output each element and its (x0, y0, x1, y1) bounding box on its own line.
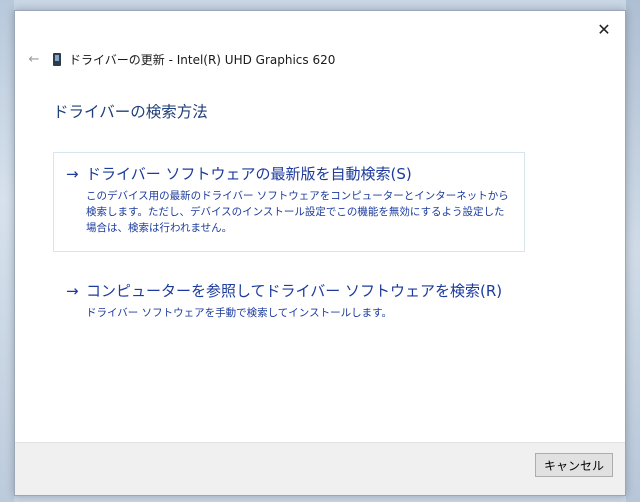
desktop-background-right (626, 0, 640, 502)
close-icon: ✕ (597, 19, 611, 39)
search-automatically-option[interactable]: → ドライバー ソフトウェアの最新版を自動検索(S) このデバイス用の最新のドラ… (53, 152, 525, 252)
title-bar: ← ドライバーの更新 - Intel(R) UHD Graphics 620 (15, 47, 625, 71)
cancel-button[interactable]: キャンセル (535, 453, 613, 477)
update-driver-dialog: ✕ ← ドライバーの更新 - Intel(R) UHD Graphics 620… (14, 10, 626, 496)
option-title-row: → ドライバー ソフトウェアの最新版を自動検索(S) (66, 163, 514, 184)
back-button[interactable]: ← (25, 47, 43, 71)
dialog-title: ドライバーの更新 - Intel(R) UHD Graphics 620 (69, 53, 336, 67)
back-arrow-icon: ← (28, 51, 40, 67)
option-title-row: → コンピューターを参照してドライバー ソフトウェアを検索(R) (66, 280, 514, 301)
arrow-right-icon: → (66, 281, 79, 300)
option-title: ドライバー ソフトウェアの最新版を自動検索(S) (86, 165, 412, 183)
arrow-right-icon: → (66, 164, 79, 183)
close-button[interactable]: ✕ (591, 17, 617, 41)
option-title: コンピューターを参照してドライバー ソフトウェアを検索(R) (86, 282, 503, 300)
device-icon (53, 53, 61, 66)
option-description: このデバイス用の最新のドライバー ソフトウェアをコンピューターとインターネットか… (86, 190, 509, 234)
desktop-background-left (0, 0, 14, 502)
dialog-footer: キャンセル (15, 442, 625, 495)
option-description: ドライバー ソフトウェアを手動で検索してインストールします。 (86, 307, 393, 319)
browse-computer-option[interactable]: → コンピューターを参照してドライバー ソフトウェアを検索(R) ドライバー ソ… (53, 269, 525, 339)
page-heading: ドライバーの検索方法 (53, 103, 208, 121)
